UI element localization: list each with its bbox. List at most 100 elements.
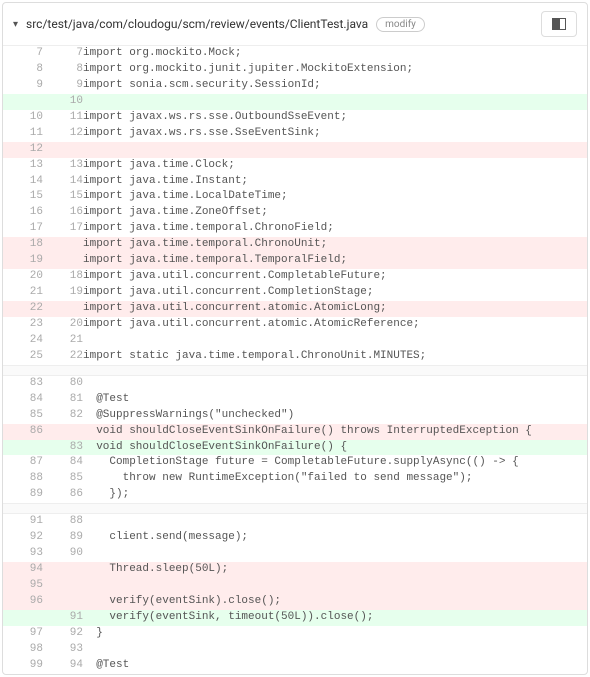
diff-row: 2421 xyxy=(3,333,587,349)
line-number-new: 12 xyxy=(43,126,83,142)
line-number-old: 13 xyxy=(3,158,43,174)
diff-row: 1313import java.time.Clock; xyxy=(3,158,587,174)
code-content[interactable]: import java.time.Clock; xyxy=(83,158,587,174)
code-content[interactable]: import java.util.concurrent.CompletionSt… xyxy=(83,285,587,301)
diff-row: 1414import java.time.Instant; xyxy=(3,174,587,190)
line-number-old: 96 xyxy=(3,594,43,610)
line-number-old: 8 xyxy=(3,62,43,78)
line-number-new: 20 xyxy=(43,317,83,333)
line-number-new: 9 xyxy=(43,78,83,94)
code-content[interactable] xyxy=(83,333,587,349)
code-content[interactable]: import static java.time.temporal.ChronoU… xyxy=(83,349,587,365)
code-content[interactable] xyxy=(83,578,587,594)
code-content[interactable]: import java.time.temporal.ChronoField; xyxy=(83,221,587,237)
code-content[interactable] xyxy=(83,142,587,158)
code-content[interactable]: }); xyxy=(83,487,587,503)
code-content[interactable]: import java.time.Instant; xyxy=(83,174,587,190)
line-number-old: 11 xyxy=(3,126,43,142)
line-number-new: 11 xyxy=(43,110,83,126)
line-number-old: 9 xyxy=(3,78,43,94)
line-number-old: 17 xyxy=(3,221,43,237)
line-number-old: 88 xyxy=(3,471,43,487)
line-number-old: 15 xyxy=(3,189,43,205)
line-number-new: 93 xyxy=(43,642,83,658)
line-number-new: 91 xyxy=(43,610,83,626)
diff-row: 8582 @SuppressWarnings("unchecked") xyxy=(3,408,587,424)
code-content[interactable]: import javax.ws.rs.sse.SseEventSink; xyxy=(83,126,587,142)
diff-row: 95 xyxy=(3,578,587,594)
code-content[interactable]: @Test xyxy=(83,392,587,408)
code-content[interactable]: import java.time.LocalDateTime; xyxy=(83,189,587,205)
code-content[interactable] xyxy=(83,514,587,530)
diff-row: 8784 CompletionStage future = Completabl… xyxy=(3,455,587,471)
code-content[interactable] xyxy=(83,94,587,110)
line-number-old: 19 xyxy=(3,253,43,269)
code-content[interactable]: import sonia.scm.security.SessionId; xyxy=(83,78,587,94)
line-number-old: 89 xyxy=(3,487,43,503)
code-content[interactable]: import java.util.concurrent.CompletableF… xyxy=(83,269,587,285)
line-number-old xyxy=(3,94,43,110)
diff-row: 1011import javax.ws.rs.sse.OutboundSseEv… xyxy=(3,110,587,126)
line-number-old: 25 xyxy=(3,349,43,365)
diff-row: 77import org.mockito.Mock; xyxy=(3,46,587,62)
code-content[interactable] xyxy=(83,642,587,658)
code-content[interactable]: throw new RuntimeException("failed to se… xyxy=(83,471,587,487)
code-content[interactable]: client.send(message); xyxy=(83,530,587,546)
line-number-old: 86 xyxy=(3,424,43,440)
line-number-old xyxy=(3,440,43,456)
code-content[interactable]: } xyxy=(83,626,587,642)
line-number-new: 15 xyxy=(43,189,83,205)
line-number-new: 90 xyxy=(43,546,83,562)
code-content[interactable]: @SuppressWarnings("unchecked") xyxy=(83,408,587,424)
code-content[interactable]: import javax.ws.rs.sse.OutboundSseEvent; xyxy=(83,110,587,126)
line-number-old: 22 xyxy=(3,301,43,317)
line-number-old: 94 xyxy=(3,562,43,578)
code-content[interactable]: import org.mockito.junit.jupiter.Mockito… xyxy=(83,62,587,78)
line-number-old: 20 xyxy=(3,269,43,285)
code-content[interactable]: @Test xyxy=(83,658,587,674)
code-content[interactable]: verify(eventSink).close(); xyxy=(83,594,587,610)
diff-row: 9893 xyxy=(3,642,587,658)
code-content[interactable]: Thread.sleep(50L); xyxy=(83,562,587,578)
diff-table: 77import org.mockito.Mock;88import org.m… xyxy=(3,46,587,674)
line-number-new: 83 xyxy=(43,440,83,456)
diff-row: 12 xyxy=(3,142,587,158)
side-by-side-button[interactable] xyxy=(541,11,577,37)
code-content[interactable]: import org.mockito.Mock; xyxy=(83,46,587,62)
diff-row: 9390 xyxy=(3,546,587,562)
diff-row: 2320import java.util.concurrent.atomic.A… xyxy=(3,317,587,333)
line-number-new xyxy=(43,253,83,269)
line-number-old: 98 xyxy=(3,642,43,658)
code-content[interactable]: verify(eventSink, timeout(50L)).close(); xyxy=(83,610,587,626)
diff-row: 2119import java.util.concurrent.Completi… xyxy=(3,285,587,301)
line-number-old: 18 xyxy=(3,237,43,253)
code-content[interactable]: import java.util.concurrent.atomic.Atomi… xyxy=(83,317,587,333)
code-content[interactable] xyxy=(83,546,587,562)
code-content[interactable]: void shouldCloseEventSinkOnFailure() thr… xyxy=(83,424,587,440)
diff-row: 88import org.mockito.junit.jupiter.Mocki… xyxy=(3,62,587,78)
line-number-new xyxy=(43,578,83,594)
code-content[interactable]: void shouldCloseEventSinkOnFailure() { xyxy=(83,440,587,456)
diff-row: 9289 client.send(message); xyxy=(3,530,587,546)
file-header[interactable]: ▾ src/test/java/com/cloudogu/scm/review/… xyxy=(3,3,587,46)
line-number-old: 14 xyxy=(3,174,43,190)
line-number-new: 89 xyxy=(43,530,83,546)
chevron-down-icon: ▾ xyxy=(13,19,18,30)
line-number-new: 85 xyxy=(43,471,83,487)
diff-row: 1112import javax.ws.rs.sse.SseEventSink; xyxy=(3,126,587,142)
code-content[interactable]: import java.time.temporal.ChronoUnit; xyxy=(83,237,587,253)
line-number-new: 7 xyxy=(43,46,83,62)
diff-gap xyxy=(3,504,587,514)
line-number-new xyxy=(43,562,83,578)
line-number-old: 93 xyxy=(3,546,43,562)
code-content[interactable]: import java.time.temporal.TemporalField; xyxy=(83,253,587,269)
line-number-new xyxy=(43,594,83,610)
modify-badge: modify xyxy=(376,17,425,32)
line-number-new: 8 xyxy=(43,62,83,78)
diff-row: 22 import java.util.concurrent.atomic.Ato… xyxy=(3,301,587,317)
code-content[interactable] xyxy=(83,375,587,391)
code-content[interactable]: import java.util.concurrent.atomic.Atomi… xyxy=(83,301,587,317)
code-content[interactable]: import java.time.ZoneOffset; xyxy=(83,205,587,221)
diff-row: 19 import java.time.temporal.TemporalFiel… xyxy=(3,253,587,269)
code-content[interactable]: CompletionStage future = CompletableFutu… xyxy=(83,455,587,471)
